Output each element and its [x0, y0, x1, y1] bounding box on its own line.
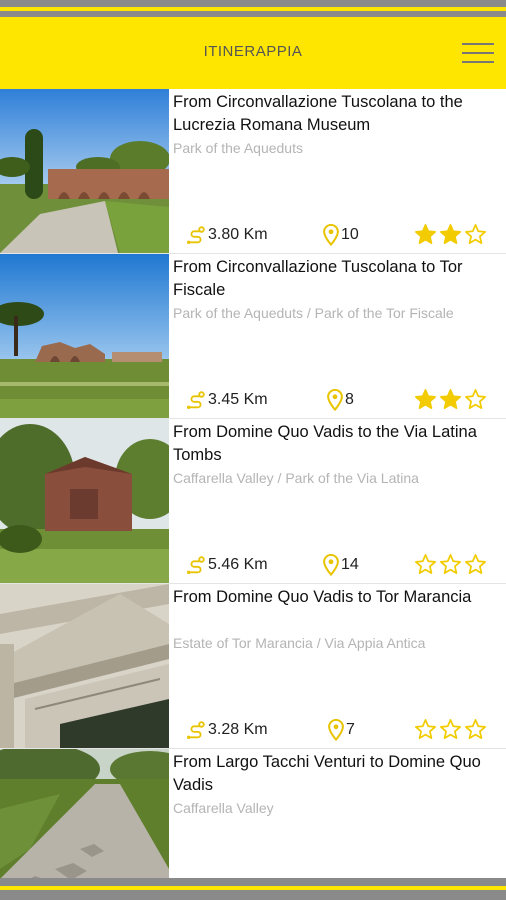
route-subtitle: Park of the Aqueduts [173, 140, 303, 156]
route-subtitle: Caffarella Valley [173, 800, 274, 816]
star-outline-icon [440, 554, 461, 574]
distance-stat: 3.28 Km [185, 718, 268, 742]
route-subtitle: Park of the Aqueduts / Park of the Tor F… [173, 305, 454, 321]
route-card[interactable]: From Domine Quo Vadis to Tor Marancia Es… [0, 584, 506, 749]
route-subtitle: Estate of Tor Marancia / Via Appia Antic… [173, 635, 426, 651]
star-outline-icon [415, 554, 436, 574]
star-filled-icon [415, 224, 436, 244]
route-list[interactable]: From Circonvallazione Tuscolana to the L… [0, 89, 506, 878]
stops-value: 14 [341, 556, 359, 573]
route-card[interactable]: From Domine Quo Vadis to the Via Latina … [0, 419, 506, 584]
route-subtitle: Caffarella Valley / Park of the Via Lati… [173, 470, 419, 486]
route-thumbnail [0, 584, 169, 748]
route-distance-icon [187, 721, 205, 739]
distance-stat: 5.46 Km [185, 553, 268, 577]
distance-stat: 3.80 Km [185, 223, 268, 247]
route-stats: 3.28 Km 7 [185, 718, 503, 742]
route-thumbnail [0, 749, 169, 878]
rating-stars [414, 553, 487, 576]
route-distance-icon [187, 226, 205, 244]
route-card[interactable]: From Largo Tacchi Venturi to Domine Quo … [0, 749, 506, 878]
route-distance-icon [187, 391, 205, 409]
distance-value: 5.46 Km [208, 556, 268, 573]
map-pin-icon [323, 224, 339, 246]
route-title: From Domine Quo Vadis to the Via Latina … [173, 423, 477, 464]
map-pin-icon [328, 719, 344, 741]
distance-value: 3.28 Km [208, 721, 268, 738]
stops-stat: 8 [326, 388, 354, 412]
star-outline-icon [465, 554, 486, 574]
distance-stat: 3.45 Km [185, 388, 268, 412]
rating-stars [414, 223, 487, 246]
stops-stat: 10 [322, 223, 359, 247]
distance-value: 3.45 Km [208, 391, 268, 408]
route-thumbnail [0, 419, 169, 583]
stops-stat: 14 [322, 553, 359, 577]
star-filled-icon [440, 224, 461, 244]
stops-value: 10 [341, 226, 359, 243]
app-title: ITINERAPPIA [203, 43, 303, 60]
star-outline-icon [465, 224, 486, 244]
bottom-stripe [0, 878, 506, 900]
star-outline-icon [465, 389, 486, 409]
map-pin-icon [327, 389, 343, 411]
app-header: ITINERAPPIA [0, 17, 506, 89]
route-stats: 3.45 Km 8 [185, 388, 503, 412]
star-outline-icon [440, 719, 461, 739]
stops-value: 8 [345, 391, 354, 408]
star-filled-icon [415, 389, 436, 409]
hamburger-menu-icon[interactable] [462, 41, 494, 65]
route-thumbnail [0, 89, 169, 253]
route-card[interactable]: From Circonvallazione Tuscolana to the L… [0, 89, 506, 254]
distance-value: 3.80 Km [208, 226, 268, 243]
route-title: From Largo Tacchi Venturi to Domine Quo … [173, 753, 481, 794]
rating-stars [414, 718, 487, 741]
star-outline-icon [465, 719, 486, 739]
rating-stars [414, 388, 487, 411]
route-title: From Domine Quo Vadis to Tor Marancia [173, 588, 472, 606]
route-card[interactable]: From Circonvallazione Tuscolana to Tor F… [0, 254, 506, 419]
route-thumbnail [0, 254, 169, 418]
stops-value: 7 [346, 721, 355, 738]
star-filled-icon [440, 389, 461, 409]
route-title: From Circonvallazione Tuscolana to Tor F… [173, 258, 463, 299]
route-title: From Circonvallazione Tuscolana to the L… [173, 93, 463, 134]
route-distance-icon [187, 556, 205, 574]
route-stats: 5.46 Km 14 [185, 553, 503, 577]
stops-stat: 7 [327, 718, 355, 742]
route-stats: 3.80 Km 10 [185, 223, 503, 247]
star-outline-icon [415, 719, 436, 739]
map-pin-icon [323, 554, 339, 576]
